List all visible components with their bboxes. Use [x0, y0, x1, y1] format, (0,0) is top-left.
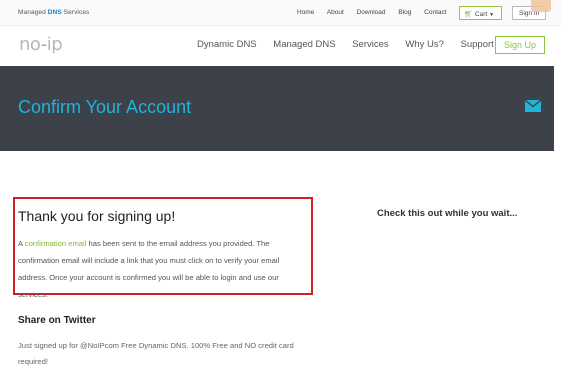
nav-link-dynamic-dns[interactable]: Dynamic DNS: [197, 39, 257, 50]
message-text-end: has been sent to the email address you p…: [18, 239, 280, 299]
logo[interactable]: no-ip: [19, 34, 63, 55]
top-link-about[interactable]: About: [327, 9, 344, 16]
brand-tagline: Managed DNS Services: [18, 9, 89, 16]
logo-left: no: [19, 34, 41, 55]
main-navbar: no-ip Dynamic DNS Managed DNS Services W…: [0, 27, 561, 65]
brand-suffix: Services: [63, 9, 90, 16]
logo-right: ip: [46, 34, 63, 55]
top-link-download[interactable]: Download: [357, 9, 386, 16]
top-utility-bar: Managed DNS Services Home About Download…: [0, 0, 561, 26]
confirmation-email-link[interactable]: confirmation email: [25, 239, 87, 248]
brand-prefix: Managed: [18, 9, 46, 16]
message-text-start: A: [18, 239, 25, 248]
nav-link-services[interactable]: Services: [352, 39, 388, 50]
nav-link-managed-dns[interactable]: Managed DNS: [273, 39, 335, 50]
cart-label: Cart: [474, 11, 488, 18]
cart-button[interactable]: 🛒︎ Cart ▼: [459, 6, 502, 20]
top-link-blog[interactable]: Blog: [398, 9, 411, 16]
chevron-down-icon: ▼: [489, 12, 495, 18]
mail-icon: [525, 100, 541, 112]
page-title: Confirm Your Account: [18, 97, 192, 117]
cart-icon: 🛒︎: [464, 11, 473, 18]
thank-you-heading: Thank you for signing up!: [18, 208, 176, 224]
share-heading: Share on Twitter: [18, 315, 96, 326]
nav-link-why-us[interactable]: Why Us?: [405, 39, 444, 50]
brand-dns: DNS: [47, 9, 62, 16]
corner-tab: [531, 0, 551, 12]
confirmation-message: A confirmation email has been sent to th…: [18, 235, 308, 303]
hero-banner: Confirm Your Account: [0, 66, 554, 151]
sidebar-title: Check this out while you wait...: [377, 208, 518, 219]
top-link-contact[interactable]: Contact: [424, 9, 446, 16]
tweet-text: Just signed up for @NoIPcom Free Dynamic…: [18, 341, 294, 366]
top-links: Home About Download Blog Contact: [297, 9, 458, 16]
sign-up-button[interactable]: Sign Up: [495, 36, 545, 54]
nav-link-support[interactable]: Support: [461, 39, 494, 50]
top-link-home[interactable]: Home: [297, 9, 314, 16]
nav-links: Dynamic DNS Managed DNS Services Why Us?…: [197, 39, 508, 50]
